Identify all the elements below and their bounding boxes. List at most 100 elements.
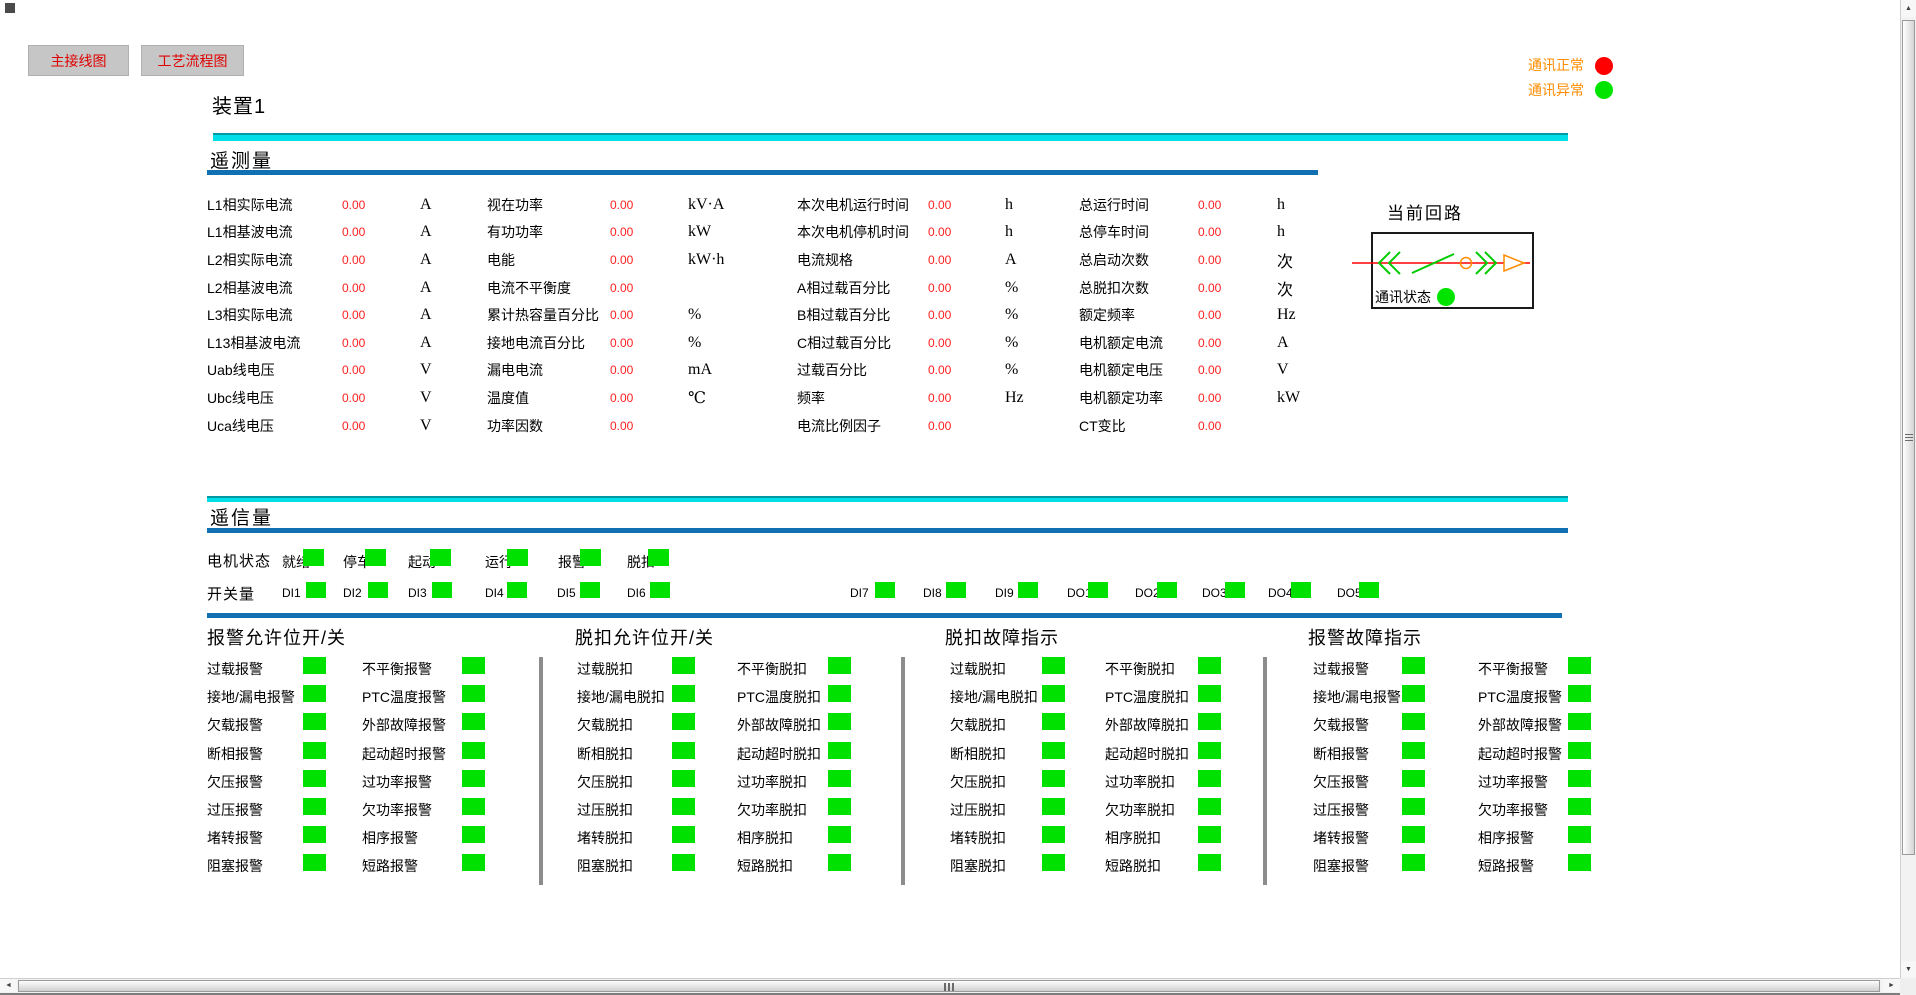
telemetry-label: Uab线电压: [207, 360, 342, 380]
thumb-grip: [944, 983, 954, 991]
alarm-item-label: 欠压脱扣: [577, 772, 633, 792]
telemetry-label: 电流不平衡度: [487, 278, 610, 298]
telemetry-value: 0.00: [342, 253, 420, 267]
alarm-item-label: 过功率报警: [362, 772, 432, 792]
alarm-item-indicator: [828, 742, 851, 759]
alarm-item-label: 欠功率脱扣: [737, 800, 807, 820]
horizontal-scrollbar-thumb[interactable]: [18, 980, 1880, 992]
alarm-item-indicator: [828, 854, 851, 871]
telemetry-unit: mA: [688, 361, 724, 379]
telemetry-unit: %: [1005, 361, 1024, 379]
alarm-item-indicator: [1568, 685, 1591, 702]
telemetry-label: L1相基波电流: [207, 222, 342, 242]
telemetry-unit: V: [1277, 361, 1300, 379]
telemetry-value: 0.00: [928, 308, 1005, 322]
alarm-item-indicator: [462, 657, 485, 674]
alarm-item-label: 断相脱扣: [950, 744, 1006, 764]
telemetry-label: 功率因数: [487, 416, 610, 436]
alarm-item-indicator: [1402, 657, 1425, 674]
scroll-right-button[interactable]: ►: [1883, 979, 1900, 992]
alarm-item-indicator: [462, 854, 485, 871]
telemetry-value: 0.00: [610, 419, 688, 433]
alarm-item-indicator: [672, 657, 695, 674]
alarm-item-indicator: [828, 770, 851, 787]
telemetry-unit: %: [688, 306, 724, 324]
alarm-item-indicator: [1198, 854, 1221, 871]
vertical-scrollbar[interactable]: ▲ ▼: [1900, 0, 1916, 978]
page-title: 装置1: [212, 90, 266, 119]
telemetry-unit: V: [420, 417, 432, 435]
telemetry-label: L2相基波电流: [207, 278, 342, 298]
switch-label-DO4: DO4: [1268, 586, 1293, 600]
telemetry-label: L13相基波电流: [207, 333, 342, 353]
alarm-item-indicator: [1402, 685, 1425, 702]
alarm-item-label: 外部故障脱扣: [737, 715, 821, 735]
telemetry-unit: V: [420, 361, 432, 379]
alarm-item-indicator: [1568, 826, 1591, 843]
title-divider: [213, 133, 1568, 141]
main-wiring-diagram-button[interactable]: 主接线图: [28, 45, 129, 76]
alarm-item-indicator: [1568, 854, 1591, 871]
telemetry-group-1: L1相实际电流0.00AL1相基波电流0.00AL2相实际电流0.00AL2相基…: [207, 191, 432, 439]
telemetry-label: 电能: [487, 250, 610, 270]
switch-indicator-DI6: [650, 582, 670, 598]
horizontal-scrollbar[interactable]: ◄ ►: [0, 978, 1900, 995]
telemetry-unit: kV·A: [688, 196, 724, 214]
telemetry-label: 总停车时间: [1079, 222, 1198, 242]
alarm-item-indicator: [303, 657, 326, 674]
alarm-item-indicator: [1568, 742, 1591, 759]
alarm-item-label: 外部故障脱扣: [1105, 715, 1189, 735]
alarm-item-label: 过功率脱扣: [737, 772, 807, 792]
alarm-item-label: PTC温度脱扣: [1105, 687, 1189, 707]
switch-label-DI1: DI1: [282, 586, 301, 600]
telemetry-value: 0.00: [342, 391, 420, 405]
telemetry-section-title: 遥测量: [210, 146, 273, 173]
telemetry-value: 0.00: [1198, 253, 1277, 267]
telemetry-value: 0.00: [342, 281, 420, 295]
telemetry-value: 0.00: [342, 308, 420, 322]
alarm-item-indicator: [1198, 713, 1221, 730]
scroll-up-button[interactable]: ▲: [1901, 0, 1916, 17]
telemetry-unit: h: [1005, 196, 1024, 214]
vertical-scrollbar-thumb[interactable]: [1902, 20, 1915, 855]
alarm-item-label: PTC温度报警: [362, 687, 446, 707]
alarm-item-label: 过压报警: [1313, 800, 1369, 820]
telemetry-unit: A: [420, 196, 432, 214]
alarm-item-indicator: [672, 798, 695, 815]
telemetry-unit: Hz: [1005, 389, 1024, 407]
alarm-item-indicator: [1568, 657, 1591, 674]
alarm-item-label: 断相报警: [207, 744, 263, 764]
comm-normal-label: 通讯正常: [1528, 55, 1584, 75]
telemetry-label: 电机额定电流: [1079, 333, 1198, 353]
telemetry-unit: V: [420, 389, 432, 407]
telemetry-value: 0.00: [1198, 419, 1277, 433]
comm-normal-indicator: [1595, 57, 1613, 75]
current-loop-title: 当前回路: [1387, 199, 1463, 224]
switch-label-DO3: DO3: [1202, 586, 1227, 600]
alarm-item-label: 过载脱扣: [950, 659, 1006, 679]
telemetry-value: 0.00: [928, 253, 1005, 267]
switch-row-underline: [207, 613, 1562, 618]
alarm-item-label: 堵转报警: [1313, 828, 1369, 848]
alarm-item-indicator: [303, 685, 326, 702]
telemetry-value: 0.00: [928, 419, 1005, 433]
scada-device-screen: 主接线图 工艺流程图 通讯正常 通讯异常 装置1 遥测量 当前回路 通讯状态 遥…: [0, 0, 1916, 995]
telemetry-unit: A: [420, 223, 432, 241]
alarm-item-label: 阻塞报警: [1313, 856, 1369, 876]
telemetry-unit: kW: [1277, 389, 1300, 407]
telemetry-label: 总运行时间: [1079, 195, 1198, 215]
scroll-down-button[interactable]: ▼: [1901, 961, 1916, 978]
process-flow-diagram-button[interactable]: 工艺流程图: [141, 45, 244, 76]
scroll-left-button[interactable]: ◄: [0, 979, 17, 992]
alarm-item-label: 接地/漏电脱扣: [950, 687, 1038, 707]
alarm-item-label: 外部故障报警: [362, 715, 446, 735]
telemetry-unit: %: [1005, 334, 1024, 352]
motor-status-row-label: 电机状态: [207, 550, 271, 571]
telemetry-unit: h: [1277, 196, 1300, 214]
telemetry-label: L2相实际电流: [207, 250, 342, 270]
motor-state-indicator: [648, 549, 669, 566]
switch-indicator-DI8: [946, 582, 966, 598]
alarm-item-label: 过功率报警: [1478, 772, 1548, 792]
alarm-item-label: 阻塞脱扣: [577, 856, 633, 876]
telemetry-unit: h: [1005, 223, 1024, 241]
